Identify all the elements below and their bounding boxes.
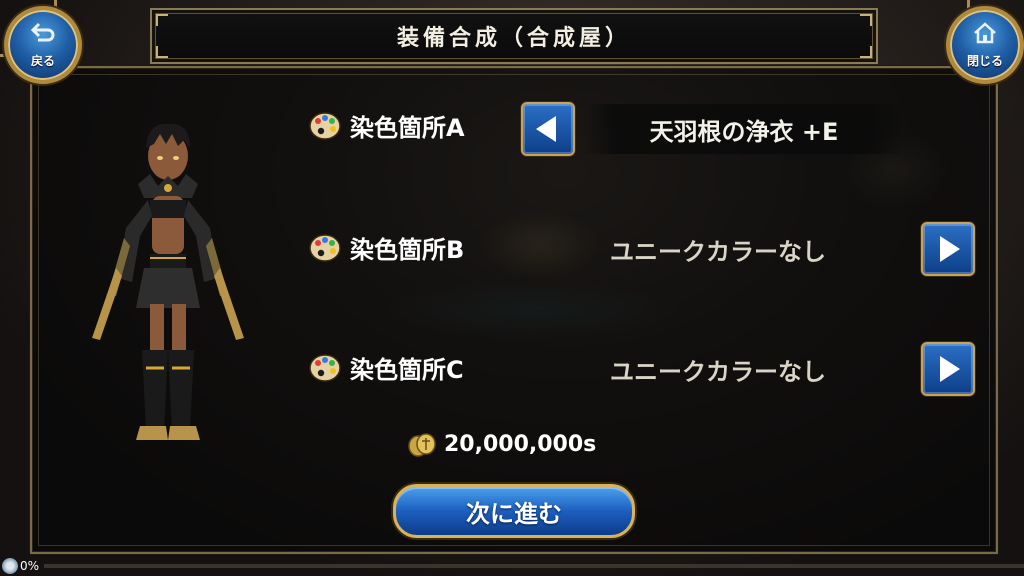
next-label: 次に進む <box>466 499 562 528</box>
dye-slot-label: 染色箇所C <box>350 356 464 384</box>
arrow-left-icon <box>536 116 556 142</box>
dye-slot-c-next-button[interactable] <box>921 342 975 396</box>
character-preview[interactable] <box>88 118 248 448</box>
dye-slot-label: 染色箇所A <box>350 114 465 142</box>
close-button[interactable]: 閉じる <box>946 6 1024 84</box>
dye-slot-value: ユニークカラーなし <box>610 238 826 266</box>
dye-slot-b-label: 染色箇所B <box>308 230 464 265</box>
progress-percent: 0% <box>20 559 40 573</box>
back-label: 戻る <box>30 53 55 68</box>
dye-slot-label: 染色箇所B <box>350 236 465 264</box>
return-arrow-icon <box>30 22 56 49</box>
title-bar: 装備合成（合成屋） <box>150 8 878 64</box>
download-progress: 0% <box>0 556 1024 576</box>
progress-track <box>44 564 1024 568</box>
coin-icon <box>408 433 436 457</box>
cost-amount: 20,000,000s <box>444 431 597 457</box>
dye-slot-value: ユニークカラーなし <box>610 358 826 386</box>
next-button[interactable]: 次に進む <box>393 484 635 538</box>
synthesis-cost: 20,000,000s <box>406 430 596 458</box>
dye-slot-value: 天羽根の浄衣 +E <box>649 117 839 146</box>
arrow-right-icon <box>940 236 960 262</box>
palette-icon <box>309 353 341 382</box>
palette-icon <box>309 111 341 140</box>
dye-slot-a-prev-button[interactable] <box>521 102 575 156</box>
home-icon <box>973 21 997 49</box>
dye-slot-a-label: 染色箇所A <box>308 108 465 143</box>
loading-icon <box>2 558 18 574</box>
dye-slot-c-label: 染色箇所C <box>308 350 464 385</box>
back-button[interactable]: 戻る <box>4 6 82 84</box>
dye-slot-c-value: ユニークカラーなし <box>610 352 826 387</box>
palette-icon <box>309 233 341 262</box>
page-title: 装備合成（合成屋） <box>396 26 631 51</box>
dye-slot-a-value: 天羽根の浄衣 +E <box>584 104 904 154</box>
dye-slot-b-next-button[interactable] <box>921 222 975 276</box>
close-label: 閉じる <box>966 53 1003 68</box>
dye-slot-b-value: ユニークカラーなし <box>610 232 826 267</box>
arrow-right-icon <box>940 356 960 382</box>
